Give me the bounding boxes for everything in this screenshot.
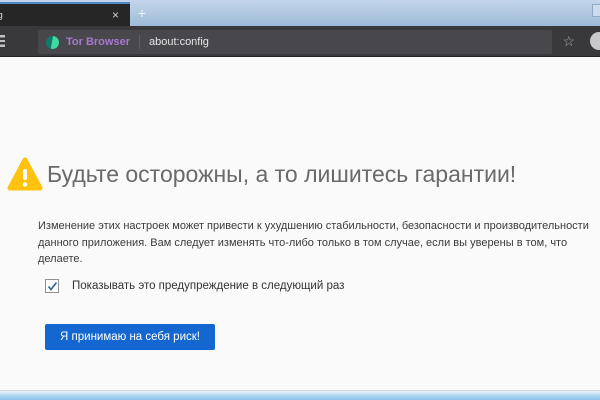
tab-about-config[interactable]: about:config × xyxy=(0,2,130,26)
window-bottom-border xyxy=(0,390,600,400)
checkbox-checked[interactable] xyxy=(45,279,59,293)
window-control-fragment xyxy=(592,4,600,17)
checkmark-icon xyxy=(47,281,58,292)
warning-description-line: Изменение этих настроек может привести к… xyxy=(38,218,593,235)
bookmark-star-icon[interactable]: ☆ xyxy=(562,33,575,50)
toolbar-button-partial-icon[interactable] xyxy=(590,32,600,50)
new-tab-button[interactable]: + xyxy=(133,4,151,22)
warning-description-line: делаете. xyxy=(38,251,593,268)
warning-description-line: данного приложения. Вам следует изменять… xyxy=(38,235,593,252)
warning-triangle-icon xyxy=(7,155,43,200)
tab-close-icon[interactable]: × xyxy=(106,5,130,25)
checkbox-label: Показывать это предупреждение в следующи… xyxy=(72,280,344,292)
toolbar-left-icon-fragment xyxy=(0,35,5,47)
tor-onion-icon xyxy=(46,36,59,49)
page-title: Будьте осторожны, а то лишитесь гарантии… xyxy=(47,161,587,188)
accept-risk-button[interactable]: Я принимаю на себя риск! xyxy=(45,324,215,350)
url-text[interactable]: about:config xyxy=(149,36,209,48)
url-separator xyxy=(139,35,140,49)
brand-label: Tor Browser xyxy=(66,36,130,48)
navigation-toolbar: Tor Browser about:config ☆ xyxy=(0,26,600,57)
tab-title: about:config xyxy=(0,10,106,21)
show-warning-checkbox-row[interactable]: Показывать это предупреждение в следующи… xyxy=(45,279,344,293)
warning-description: Изменение этих настроек может привести к… xyxy=(38,218,593,268)
titlebar: about:config × + xyxy=(0,0,600,26)
url-bar[interactable]: Tor Browser about:config xyxy=(38,30,552,54)
about-config-warning-page: Будьте осторожны, а то лишитесь гарантии… xyxy=(0,57,600,390)
